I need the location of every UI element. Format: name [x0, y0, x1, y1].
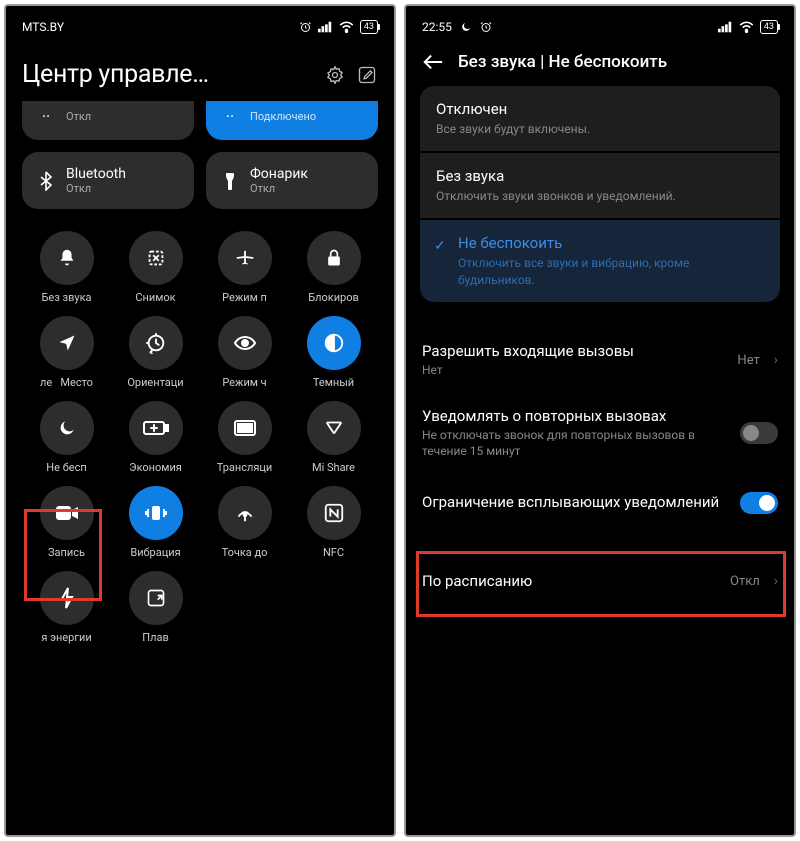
tile-nfc[interactable]: NFC: [289, 486, 378, 559]
hotspot-icon: [234, 503, 256, 523]
mode-dnd[interactable]: ✓ Не беспокоить Отключить все звуки и ви…: [420, 220, 780, 301]
tiles-grid: Без звука Снимок Режим п Блокиров ле Мес…: [6, 209, 394, 644]
settings-icon[interactable]: [324, 64, 346, 86]
bluetooth-tile[interactable]: Bluetooth Откл: [22, 152, 194, 209]
tile-float[interactable]: Плав: [111, 571, 200, 644]
time-label: 22:55: [422, 20, 452, 34]
mishare-icon: [323, 417, 345, 439]
row-repeat-calls[interactable]: Уведомлять о повторных вызовах Не отключ…: [406, 393, 794, 474]
battery-icon: [143, 420, 169, 436]
mode-silent[interactable]: Без звука Отключить звуки звонков и увед…: [420, 153, 780, 218]
lock-icon: [324, 247, 344, 269]
location-icon: [57, 333, 77, 353]
check-icon: ✓: [434, 238, 446, 254]
signal-icon: [718, 21, 733, 33]
row-schedule[interactable]: По расписанию Откл ›: [406, 558, 794, 606]
tile-dnd[interactable]: Не бесп: [22, 401, 111, 474]
battery-icon: 43: [360, 20, 378, 34]
tile-location[interactable]: ле Место: [22, 316, 111, 389]
nfc-icon: [323, 502, 345, 524]
status-bar: 22:55 43: [406, 6, 794, 40]
edit-icon[interactable]: [356, 64, 378, 86]
tile-hotspot[interactable]: Точка до: [200, 486, 289, 559]
big-tile-right-cut[interactable]: ·· Подключено: [206, 101, 378, 140]
bell-icon: [56, 247, 78, 269]
alarm-icon: [480, 21, 492, 33]
tile-reading[interactable]: Режим ч: [200, 316, 289, 389]
tile-dark[interactable]: Темный: [289, 316, 378, 389]
vibrate-icon: [144, 503, 168, 523]
chevron-right-icon: ›: [774, 573, 778, 589]
tile-mishare[interactable]: Mi Share: [289, 401, 378, 474]
flashlight-icon: [220, 171, 240, 191]
tile-screenshot[interactable]: Снимок: [111, 231, 200, 304]
wifi-icon: [739, 21, 754, 33]
scissors-icon: [145, 247, 167, 269]
toggle-popup[interactable]: [740, 492, 778, 514]
page-header: Без звука | Не беспокоить: [406, 40, 794, 86]
moon-icon: [57, 418, 77, 438]
tile-energy[interactable]: я энергии: [22, 571, 111, 644]
cc-header: Центр управле…: [6, 40, 394, 101]
tile-battery-saver[interactable]: Экономия: [111, 401, 200, 474]
tile-mute[interactable]: Без звука: [22, 231, 111, 304]
mode-list: Отключен Все звуки будут включены. Без з…: [406, 86, 794, 302]
carrier-label: MTS.BY: [22, 20, 64, 34]
tile-cast[interactable]: Трансляци: [200, 401, 289, 474]
tile-lock[interactable]: Блокиров: [289, 231, 378, 304]
wifi-icon: [339, 21, 354, 33]
eye-icon: [233, 334, 257, 352]
tile-record[interactable]: Запись: [22, 486, 111, 559]
plane-icon: [234, 247, 256, 269]
float-icon: [146, 588, 166, 608]
row-popup-limit[interactable]: Ограничение всплывающих уведомлений: [406, 474, 794, 532]
big-tile-left-cut[interactable]: ·· Откл: [22, 101, 194, 140]
settings-screen: 22:55 43 Без звука | Не беспокоить Отклю…: [404, 4, 796, 837]
tile-vibrate[interactable]: Вибрация: [111, 486, 200, 559]
dark-icon: [323, 332, 345, 354]
tile-airplane[interactable]: Режим п: [200, 231, 289, 304]
toggle-repeat[interactable]: [740, 422, 778, 444]
back-button[interactable]: [422, 53, 444, 71]
signal-icon: [318, 21, 333, 33]
page-title: Без звука | Не беспокоить: [458, 52, 667, 72]
tile-rotation[interactable]: Ориентаци: [111, 316, 200, 389]
status-icons: 43: [299, 20, 378, 34]
rotate-icon: [145, 332, 167, 354]
status-bar: MTS.BY 43: [6, 6, 394, 40]
cc-title: Центр управле…: [22, 60, 314, 89]
control-center-screen: MTS.BY 43 Центр управле… ·· Откл ·· Подк…: [4, 4, 396, 837]
cast-icon: [233, 418, 257, 438]
moon-icon: [460, 21, 472, 33]
flashlight-tile[interactable]: Фонарик Откл: [206, 152, 378, 209]
row-incoming-calls[interactable]: Разрешить входящие вызовы Нет Нет ›: [406, 328, 794, 393]
record-icon: [55, 504, 79, 522]
bluetooth-icon: [36, 171, 56, 191]
mode-off[interactable]: Отключен Все звуки будут включены.: [420, 86, 780, 151]
bolt-icon: [59, 587, 75, 609]
battery-icon: 43: [760, 20, 778, 34]
chevron-right-icon: ›: [774, 352, 778, 368]
alarm-icon: [299, 21, 312, 33]
